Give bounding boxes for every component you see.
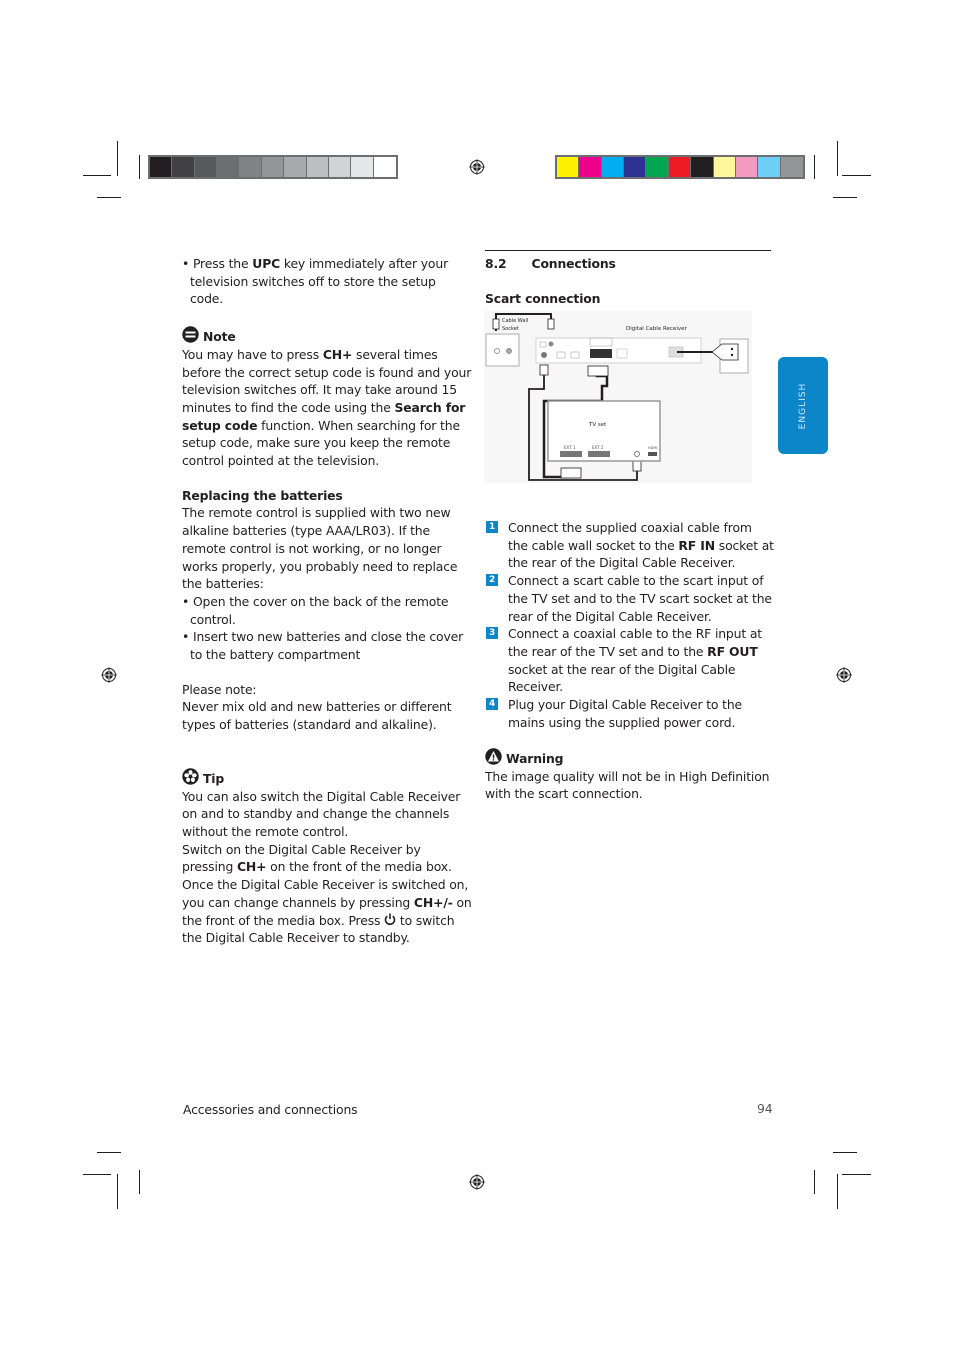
crop-mark xyxy=(833,197,857,198)
crop-mark xyxy=(117,141,118,176)
wall-socket xyxy=(485,333,520,367)
registration-mark-icon xyxy=(836,667,852,683)
warning-body: The image quality will not be in High De… xyxy=(485,768,770,802)
crop-mark xyxy=(814,155,815,179)
batteries-bullet: • Open the cover on the back of the remo… xyxy=(182,593,449,627)
crop-mark xyxy=(97,197,121,198)
footer-page-number: 94 xyxy=(757,1101,773,1116)
grayscale-calibration-bar xyxy=(148,155,398,179)
color-swatch xyxy=(601,157,625,177)
crop-mark xyxy=(837,1174,838,1209)
crop-mark xyxy=(83,175,111,176)
gray-swatch xyxy=(194,157,218,177)
gray-swatch xyxy=(328,157,352,177)
tip-block: Tip You can also switch the Digital Cabl… xyxy=(182,768,472,947)
batteries-body: The remote control is supplied with two … xyxy=(182,505,458,592)
upc-bullet: • Press the UPC key immediately after yo… xyxy=(182,256,449,307)
hdmi-label: HDMI xyxy=(648,446,657,450)
footer-section-title: Accessories and connections xyxy=(183,1102,358,1117)
registration-mark-icon xyxy=(101,667,117,683)
step-item: 1 Connect the supplied coaxial cable from… xyxy=(485,519,775,572)
tip-icon xyxy=(182,768,199,785)
gray-swatch xyxy=(373,157,396,177)
crop-mark xyxy=(842,1174,871,1175)
ext2-label: EXT 2 xyxy=(592,445,604,450)
language-tab: ENGLISH xyxy=(778,357,828,454)
wall-socket-label: Cable Wall xyxy=(502,318,528,324)
step-item: 4 Plug your Digital Cable Receiver to the… xyxy=(485,696,775,731)
section-rule xyxy=(485,250,771,251)
step-item: 2 Connect a scart cable to the scart inpu… xyxy=(485,572,775,625)
subsection-heading: Scart connection xyxy=(485,291,601,306)
gray-swatch xyxy=(150,157,173,177)
scart-connection-diagram: Cable Wall Socket Digital Cable Receiver… xyxy=(484,311,752,483)
wall-socket-label: Socket xyxy=(502,326,519,332)
color-swatch xyxy=(668,157,692,177)
tip-p3: Once the Digital Cable Receiver is switc… xyxy=(182,877,472,946)
crop-mark xyxy=(139,155,140,179)
gray-swatch xyxy=(261,157,285,177)
crop-mark xyxy=(83,1174,111,1175)
gray-swatch xyxy=(306,157,329,177)
color-swatch xyxy=(735,157,759,177)
gray-swatch xyxy=(172,157,195,177)
color-swatch xyxy=(579,157,602,177)
warning-heading: Warning xyxy=(485,748,775,768)
language-tab-label: ENGLISH xyxy=(798,382,808,429)
tip-p1: You can also switch the Digital Cable Re… xyxy=(182,788,461,839)
tv-label: TV set xyxy=(588,422,607,428)
registration-mark-icon xyxy=(469,159,485,175)
step-number: 1 xyxy=(486,521,498,533)
power-icon xyxy=(384,913,396,925)
crop-mark xyxy=(837,141,838,176)
steps-list: 1 Connect the supplied coaxial cable from… xyxy=(485,519,775,731)
crop-mark xyxy=(97,1152,121,1153)
color-swatch xyxy=(780,157,803,177)
note-body: You may have to press CH+ several times … xyxy=(182,346,472,469)
gray-swatch xyxy=(351,157,374,177)
section-title: Connections xyxy=(531,256,616,271)
crop-mark xyxy=(833,1152,857,1153)
gray-swatch xyxy=(284,157,307,177)
gray-swatch xyxy=(217,157,240,177)
tip-p2: Switch on the Digital Cable Receiver by … xyxy=(182,841,452,875)
step-number: 2 xyxy=(486,574,498,587)
color-swatch xyxy=(646,157,669,177)
batteries-heading: Replacing the batteries xyxy=(182,487,343,503)
please-note-label: Please note: xyxy=(182,681,257,697)
left-column: • Press the UPC key immediately after yo… xyxy=(182,255,472,947)
color-swatch xyxy=(624,157,647,177)
note-icon xyxy=(182,326,199,343)
color-swatch xyxy=(557,157,580,177)
color-calibration-bar xyxy=(555,155,805,179)
gray-swatch xyxy=(239,157,262,177)
batteries-block: Replacing the batteries The remote contr… xyxy=(182,487,472,734)
receiver-label: Digital Cable Receiver xyxy=(626,326,687,332)
step-number: 4 xyxy=(486,698,498,711)
step-number: 3 xyxy=(486,627,498,640)
step-item: 3 Connect a coaxial cable to the RF input… xyxy=(485,625,775,696)
color-swatch xyxy=(713,157,736,177)
crop-mark xyxy=(117,1174,118,1209)
registration-mark-icon xyxy=(469,1174,485,1190)
color-swatch xyxy=(691,157,714,177)
batteries-bullet: • Insert two new batteries and close the… xyxy=(182,629,464,663)
never-mix-text: Never mix old and new batteries or diffe… xyxy=(182,699,452,733)
note-heading: Note xyxy=(182,326,472,346)
tip-heading: Tip xyxy=(182,768,472,788)
crop-mark xyxy=(139,1170,140,1194)
section-heading: 8.2 Connections xyxy=(485,255,775,273)
section-number: 8.2 xyxy=(485,256,507,271)
ext1-label: EXT 1 xyxy=(564,445,576,450)
crop-mark xyxy=(814,1170,815,1194)
note-block: Note You may have to press CH+ several t… xyxy=(182,326,472,470)
color-swatch xyxy=(758,157,781,177)
warning-icon xyxy=(485,748,502,765)
warning-block: Warning The image quality will not be in… xyxy=(485,748,775,803)
crop-mark xyxy=(842,175,871,176)
